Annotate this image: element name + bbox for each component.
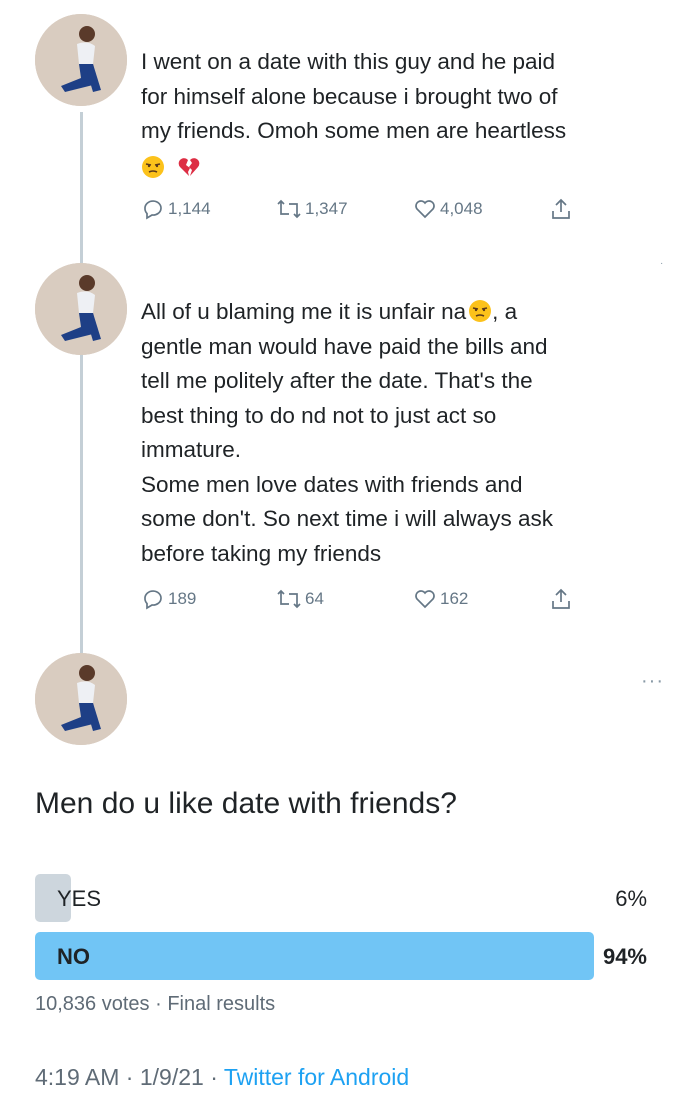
vote-count: 10,836 votes bbox=[35, 993, 150, 1015]
more-options-icon[interactable]: ··· bbox=[641, 670, 664, 693]
reply-button[interactable]: 1,144 bbox=[141, 197, 211, 221]
share-icon bbox=[552, 198, 570, 219]
avatar[interactable] bbox=[35, 653, 127, 745]
reply-icon bbox=[144, 590, 162, 610]
separator-dot: · bbox=[155, 993, 168, 1015]
tweet-footer: 4:19 AM · 1/9/21 · Twitter for Android bbox=[35, 1064, 409, 1091]
reply-count: 189 bbox=[168, 589, 197, 608]
tweet-text: I went on a date with this guy and he pa… bbox=[141, 45, 681, 185]
tweet-line: , a bbox=[492, 299, 518, 324]
like-button[interactable]: 4,048 bbox=[413, 197, 483, 221]
tweet-line: for himself alone because i brought two … bbox=[141, 83, 558, 109]
poll-option-percent: 6% bbox=[615, 886, 647, 911]
share-icon bbox=[552, 588, 570, 609]
retweet-button[interactable]: 1,347 bbox=[276, 197, 348, 221]
retweet-button[interactable]: 64 bbox=[276, 587, 324, 611]
tweet-line: immature. bbox=[141, 437, 242, 462]
tweet-line: best thing to do nd not to just act so bbox=[141, 402, 497, 428]
separator-dot: · bbox=[125, 1064, 140, 1090]
like-button[interactable]: 162 bbox=[413, 587, 468, 611]
poll-option-percent: 94% bbox=[602, 944, 647, 969]
reply-count: 1,144 bbox=[168, 199, 211, 218]
tweet-actions: 189 64 162 bbox=[141, 587, 591, 617]
avatar[interactable] bbox=[35, 14, 127, 106]
heart-icon bbox=[415, 200, 435, 219]
timestamp-time: 4:19 AM bbox=[35, 1064, 120, 1090]
poll-status: Final results bbox=[167, 993, 276, 1015]
poll-question: Men do u like date with friends? bbox=[35, 787, 457, 820]
retweet-count: 1,347 bbox=[305, 199, 348, 218]
retweet-count: 64 bbox=[305, 589, 324, 608]
tweet-actions: 1,144 1,347 4,048 bbox=[141, 197, 591, 227]
thread-line bbox=[80, 112, 83, 657]
timestamp-date: 1/9/21 bbox=[139, 1064, 204, 1090]
tweet-line: All of u blaming me it is unfair na bbox=[141, 299, 467, 324]
poll-option-yes: YES 6% bbox=[35, 874, 647, 922]
caret-icon[interactable]: · bbox=[660, 258, 664, 269]
avatar[interactable] bbox=[35, 263, 127, 355]
poll-meta: 10,836 votes · Final results bbox=[35, 993, 275, 1016]
tweet-line: tell me politely after the date. That's … bbox=[141, 368, 533, 393]
retweet-icon bbox=[277, 589, 301, 609]
tweet-line: before taking my friends bbox=[141, 540, 382, 566]
broken-heart-icon bbox=[178, 157, 200, 176]
share-button[interactable] bbox=[549, 587, 573, 611]
tweet-line: I went on a date with this guy and he pa… bbox=[141, 49, 556, 74]
tweet-line: Some men love dates with friends and bbox=[141, 471, 523, 497]
poll-option-label: NO bbox=[57, 944, 90, 969]
like-count: 162 bbox=[440, 589, 469, 608]
separator-dot: · bbox=[210, 1064, 224, 1090]
tweet-text: All of u blaming me it is unfair na , a … bbox=[141, 295, 681, 571]
reply-icon bbox=[144, 200, 162, 220]
unamused-face-icon bbox=[142, 155, 164, 178]
source-link[interactable]: Twitter for Android bbox=[224, 1064, 409, 1090]
reply-button[interactable]: 189 bbox=[141, 587, 196, 611]
tweet-line: gentle man would have paid the bills and bbox=[141, 333, 548, 359]
like-count: 4,048 bbox=[440, 199, 483, 218]
tweet-line: my friends. Omoh some men are heartless bbox=[141, 118, 567, 143]
retweet-icon bbox=[277, 199, 301, 219]
share-button[interactable] bbox=[549, 197, 573, 221]
poll-option-label: YES bbox=[57, 886, 102, 911]
poll-bar bbox=[35, 932, 594, 980]
heart-icon bbox=[415, 590, 435, 609]
tweet-line: some don't. So next time i will always a… bbox=[141, 506, 553, 531]
unamused-face-icon bbox=[469, 300, 492, 322]
poll-option-no: NO 94% bbox=[35, 932, 647, 980]
